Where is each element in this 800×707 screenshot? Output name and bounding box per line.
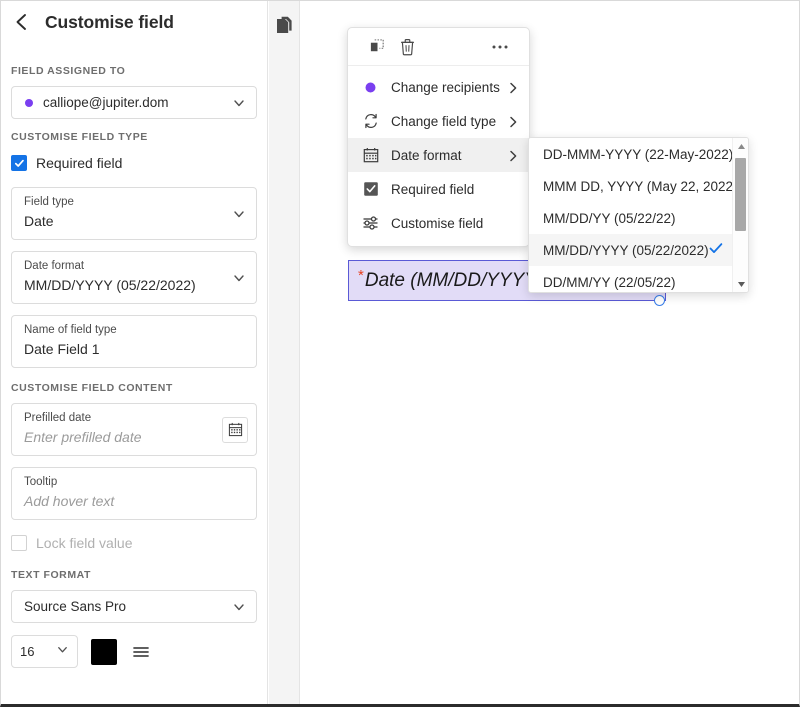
checkbox-unchecked-icon[interactable]: [11, 535, 27, 551]
field-type-label: Field type: [12, 188, 256, 209]
prefilled-date-label: Prefilled date: [12, 404, 256, 425]
chevron-right-icon: [509, 81, 518, 93]
field-type-select[interactable]: Field type Date: [11, 187, 257, 240]
chevron-right-icon: [509, 115, 518, 127]
field-context-menu: Change recipients Change field type: [347, 27, 530, 247]
chevron-left-icon[interactable]: [11, 12, 31, 32]
context-menu-items: Change recipients Change field type: [348, 66, 529, 246]
recipient-dot-icon: [25, 99, 33, 107]
name-of-field-type-input[interactable]: Name of field type Date Field 1: [11, 315, 257, 368]
tooltip-input[interactable]: Tooltip Add hover text: [11, 467, 257, 520]
field-assigned-to-value: calliope@jupiter.dom: [43, 95, 169, 110]
sync-icon: [362, 113, 379, 130]
calendar-icon: [362, 147, 379, 164]
lock-field-value-label: Lock field value: [36, 535, 133, 551]
chevron-down-icon: [232, 96, 246, 110]
customise-field-screen: Customise field FIELD ASSIGNED TO callio…: [0, 0, 800, 707]
chevron-right-icon: [509, 149, 518, 161]
calendar-picker-button[interactable]: [222, 417, 248, 443]
menu-item-label: Change field type: [391, 114, 496, 129]
recipient-dot-icon: [362, 79, 379, 96]
caret-down-icon[interactable]: [733, 276, 749, 292]
date-format-label: Date format: [12, 252, 256, 273]
menu-item-change-field-type[interactable]: Change field type: [348, 104, 529, 138]
date-form-field-label: Date (MM/DD/YYYY): [365, 270, 543, 292]
tooltip-placeholder: Add hover text: [12, 489, 256, 519]
checkbox-checked-icon[interactable]: [11, 155, 27, 171]
trash-icon[interactable]: [392, 34, 422, 60]
align-justify-icon[interactable]: [130, 641, 152, 663]
chevron-down-icon: [56, 643, 69, 661]
submenu-option[interactable]: MM/DD/YY (05/22/22): [529, 202, 733, 234]
submenu-option[interactable]: MMM DD, YYYY (May 22, 2022): [529, 170, 733, 202]
ellipsis-icon[interactable]: [485, 34, 515, 60]
menu-item-customise-field[interactable]: Customise field: [348, 206, 529, 240]
scrollbar-thumb[interactable]: [735, 158, 746, 231]
sliders-icon: [362, 215, 379, 232]
submenu-option-label: DD-MMM-YYYY (22-May-2022): [543, 147, 733, 162]
name-of-field-type-label: Name of field type: [12, 316, 256, 337]
copy-pages-icon[interactable]: [276, 16, 294, 36]
submenu-option[interactable]: DD/MM/YY (22/05/22): [529, 266, 733, 293]
date-format-select[interactable]: Date format MM/DD/YYYY (05/22/2022): [11, 251, 257, 304]
checkbox-checked-icon: [362, 181, 379, 198]
submenu-option-selected[interactable]: MM/DD/YYYY (05/22/2022): [529, 234, 733, 266]
lock-field-value-checkbox-row[interactable]: Lock field value: [1, 535, 267, 551]
submenu-option-label: MM/DD/YY (05/22/22): [543, 211, 676, 226]
section-label-customise-field-content: CUSTOMISE FIELD CONTENT: [1, 382, 267, 394]
menu-item-change-recipients[interactable]: Change recipients: [348, 70, 529, 104]
context-menu-toolbar: [348, 28, 529, 66]
menu-item-label: Customise field: [391, 216, 483, 231]
required-field-checkbox-row[interactable]: Required field: [1, 155, 267, 171]
field-type-value: Date: [12, 209, 256, 239]
submenu-scrollbar[interactable]: [732, 138, 748, 292]
page-title: Customise field: [45, 12, 174, 33]
font-size-select[interactable]: 16: [11, 635, 78, 668]
menu-item-label: Change recipients: [391, 80, 500, 95]
font-family-select[interactable]: Source Sans Pro: [11, 590, 257, 623]
font-family-value: Source Sans Pro: [24, 599, 126, 614]
submenu-option-label: DD/MM/YY (22/05/22): [543, 275, 676, 290]
sidebar-header: Customise field: [1, 1, 267, 43]
menu-item-label: Required field: [391, 182, 474, 197]
calendar-icon: [228, 422, 243, 437]
required-field-label: Required field: [36, 155, 122, 171]
section-label-text-format: TEXT FORMAT: [1, 569, 267, 581]
menu-item-label: Date format: [391, 148, 462, 163]
section-label-customise-field-type: CUSTOMISE FIELD TYPE: [1, 131, 267, 143]
submenu-option[interactable]: DD-MMM-YYYY (22-May-2022): [529, 138, 733, 170]
required-marker: *: [358, 268, 364, 283]
font-size-value: 16: [20, 644, 34, 659]
text-color-swatch[interactable]: [91, 639, 117, 665]
field-assigned-to-select[interactable]: calliope@jupiter.dom: [11, 86, 257, 119]
submenu-option-label: MM/DD/YYYY (05/22/2022): [543, 243, 709, 258]
menu-item-date-format[interactable]: Date format: [348, 138, 529, 172]
tooltip-label: Tooltip: [12, 468, 256, 489]
date-format-submenu: DD-MMM-YYYY (22-May-2022) MMM DD, YYYY (…: [528, 137, 749, 293]
menu-item-required-field[interactable]: Required field: [348, 172, 529, 206]
prefilled-date-placeholder: Enter prefilled date: [12, 425, 256, 455]
prefilled-date-input[interactable]: Prefilled date Enter prefilled date: [11, 403, 257, 456]
checkmark-icon: [709, 243, 723, 258]
page-thumbnail-gutter: [269, 1, 300, 704]
caret-up-icon[interactable]: [733, 138, 749, 154]
section-label-field-assigned-to: FIELD ASSIGNED TO: [1, 65, 267, 77]
duplicate-icon[interactable]: [362, 34, 392, 60]
submenu-option-label: MMM DD, YYYY (May 22, 2022): [543, 179, 738, 194]
customise-field-sidebar: Customise field FIELD ASSIGNED TO callio…: [1, 1, 268, 704]
chevron-down-icon: [232, 600, 246, 614]
submenu-options: DD-MMM-YYYY (22-May-2022) MMM DD, YYYY (…: [529, 138, 733, 293]
field-resize-handle[interactable]: [654, 295, 665, 306]
name-of-field-type-value: Date Field 1: [12, 337, 256, 367]
date-format-value: MM/DD/YYYY (05/22/2022): [12, 273, 256, 303]
